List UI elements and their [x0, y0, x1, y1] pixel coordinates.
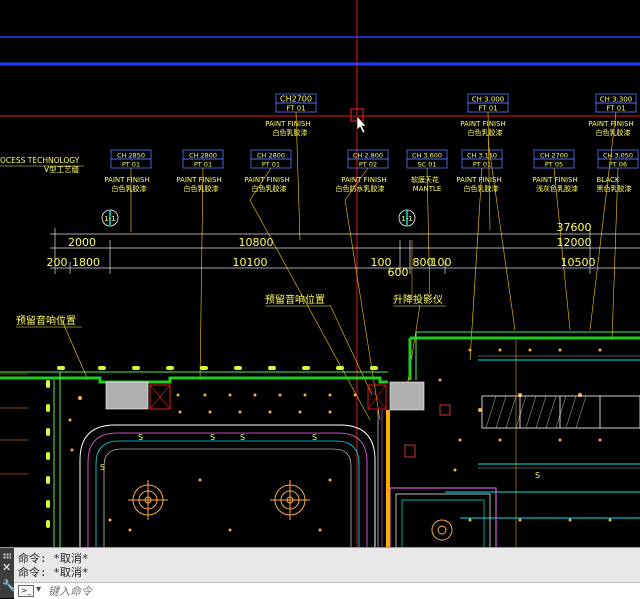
downlights [68, 348, 612, 532]
dim-2000: 2000 [68, 236, 96, 249]
tag-ch: CH 3.600 [412, 152, 442, 160]
ceiling-tag: CH 2.800 PT 02 PAINT FINISH 白色防水乳胶漆 [336, 149, 389, 193]
cad-drawing-canvas[interactable]: CH2700 FT 01 PAINT FINISH 白色乳胶漆 CH 3.000… [0, 0, 640, 547]
tag-line2: MANTLE [413, 185, 442, 193]
ceiling-speaker [128, 480, 168, 520]
tag-ft: PT 01 [473, 161, 491, 169]
tag-ft: FT 01 [478, 105, 497, 113]
tag-ch: CH 3.050 [603, 152, 633, 160]
section-marker: 1-1 [101, 209, 119, 227]
tag-line1: PAINT FINISH [341, 176, 386, 184]
command-history-line: 命令: *取消* [18, 566, 89, 579]
tag-ch: CH 2800 [257, 152, 285, 160]
column-strip [386, 410, 390, 547]
tag-line2: 白色乳胶漆 [252, 184, 287, 193]
annotation-speaker-center: 预留音响位置 [265, 293, 325, 306]
tag-ft: SC 01 [417, 161, 436, 169]
tag-line1: 软膜天花 [411, 175, 439, 184]
tag-line2: 白色乳胶漆 [184, 184, 219, 193]
tag-ch: CH 2700 [540, 152, 568, 160]
tag-line2: 白色乳胶漆 [468, 128, 503, 137]
command-input-row[interactable]: >_ ▾ [14, 582, 640, 599]
tag-line1: PAINT FINISH [460, 120, 505, 128]
tag-line2: 白色乳胶漆 [112, 184, 147, 193]
command-line-panel: ✕ 🔧 命令: *取消* 命令: *取消* >_ ▾ [0, 547, 640, 599]
dim-10500: 10500 [561, 256, 596, 269]
mark-s: S [138, 433, 143, 442]
dim-10800: 10800 [239, 236, 274, 249]
section-label: 1-1 [104, 215, 115, 223]
tag-ft: PT 01 [122, 161, 140, 169]
tag-line1: PAINT FINISH [104, 176, 149, 184]
tag-ch: CH2700 [280, 95, 312, 104]
tag-line1: PAINT FINISH [456, 176, 501, 184]
dim-100: 100 [431, 256, 452, 269]
tag-line1: PAINT FINISH [244, 176, 289, 184]
ceiling-tag: CH 2850 PT 01 PAINT FINISH 白色乳胶漆 [104, 149, 152, 193]
dim-10100: 10100 [233, 256, 268, 269]
chevron-down-icon[interactable]: ▾ [36, 584, 41, 595]
dimension-lines [50, 228, 640, 274]
tag-ft: PT 01 [262, 161, 280, 169]
process-note-line1: OCESS TECHNOLOGY [0, 156, 80, 165]
tag-line2: 白色防水乳胶漆 [336, 184, 385, 193]
tag-line2: 黑色乳胶漆 [597, 184, 632, 193]
mark-s: S [535, 471, 540, 480]
tag-ft: PT 05 [545, 161, 563, 169]
dim-1800: 1800 [72, 256, 100, 269]
section-marker: 1-1 [398, 209, 416, 227]
ceiling-outline [79, 424, 376, 547]
ceiling-tag: CH 2800 PT 01 PAINT FINISH 白色乳胶漆 [244, 149, 292, 193]
annotation-projector: 升降投影仪 [393, 293, 443, 306]
tag-ch: CH 3.300 [600, 96, 632, 104]
ceiling-speaker [270, 480, 310, 520]
mark-s: S [210, 433, 215, 442]
tag-ft: PT 02 [359, 161, 377, 169]
section-label: 1-1 [401, 215, 412, 223]
tag-ft: FT 01 [286, 105, 305, 113]
column-block [105, 381, 149, 410]
tag-line1: PAINT FINISH [265, 120, 310, 128]
process-note-line2: V型工艺缝 [44, 164, 80, 174]
tag-ft: PT 06 [609, 161, 627, 169]
tag-ft: PT 01 [194, 161, 212, 169]
dim-37600: 37600 [557, 221, 592, 234]
mark-s: S [312, 433, 317, 442]
command-input[interactable] [48, 584, 628, 598]
column-block [389, 381, 425, 411]
command-line-grip[interactable]: ✕ 🔧 [0, 548, 16, 598]
mark-s: S [100, 463, 105, 472]
tag-line2: 白色乳胶漆 [273, 128, 308, 137]
drawing-svg[interactable]: CH2700 FT 01 PAINT FINISH 白色乳胶漆 CH 3.000… [0, 0, 640, 547]
tag-ch: CH 2800 [189, 152, 217, 160]
tag-ch: CH 2850 [117, 152, 145, 160]
tag-line1: PAINT FINISH [588, 120, 633, 128]
tag-ch: CH 3.000 [472, 96, 504, 104]
close-icon[interactable]: ✕ [2, 562, 11, 573]
tag-ft: FT 01 [606, 105, 625, 113]
ceiling-tag: CH 2800 PT 01 PAINT FINISH 白色乳胶漆 [176, 149, 224, 193]
mark-s: S [240, 433, 245, 442]
tag-line2: 浅灰色乳胶漆 [536, 184, 578, 193]
ceiling-tag: CH 3.150 PT 01 PAINT FINISH 白色乳胶漆 [456, 149, 503, 193]
dim-200: 200 [47, 256, 68, 269]
dim-12000: 12000 [557, 236, 592, 249]
tag-ch: CH 3.150 [467, 152, 497, 160]
ceiling-tag: CH 2700 PT 05 PAINT FINISH 浅灰色乳胶漆 [532, 149, 578, 193]
mouse-cursor-icon [356, 115, 367, 134]
command-prompt-icon[interactable]: >_ [18, 585, 34, 597]
tag-ch: CH 2.800 [353, 152, 383, 160]
tag-line1: PAINT FINISH [176, 176, 221, 184]
dim-600: 600 [388, 266, 409, 279]
ceiling-speaker [431, 519, 453, 541]
annotation-speaker-left: 预留音响位置 [16, 314, 76, 327]
grip-dots-icon[interactable] [3, 553, 11, 559]
